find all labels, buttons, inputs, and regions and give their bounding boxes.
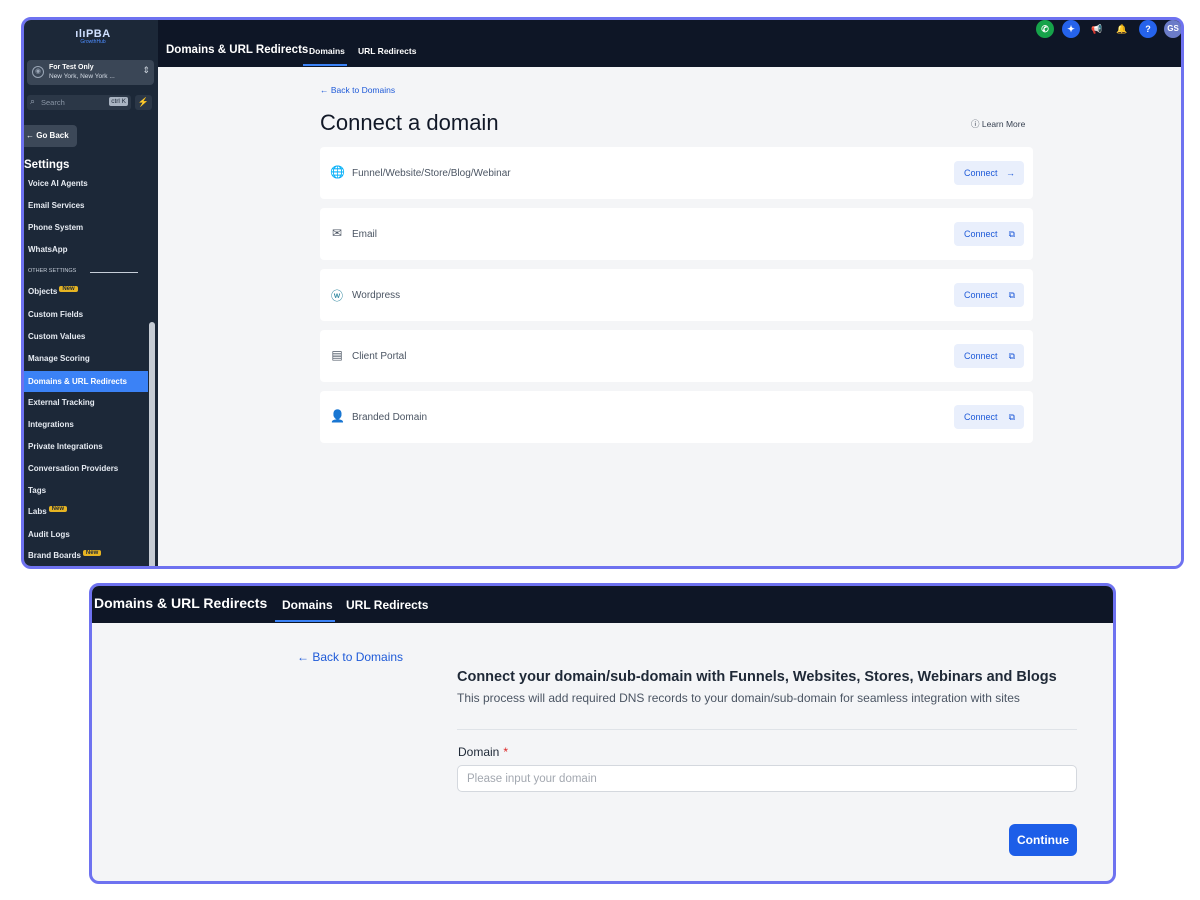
search-icon: ⌕ [30,96,36,106]
bell-icon[interactable]: 🔔 [1113,20,1131,38]
help-circle-icon: ⓘ [971,119,982,129]
sidebar-item-labs[interactable]: Labs New [28,506,68,516]
quick-action-button[interactable]: ⚡ [135,95,152,110]
go-back-button[interactable]: ← Go Back [24,125,77,147]
tab-url-redirects[interactable]: URL Redirects [358,46,416,56]
sidebar-item-manage-scoring[interactable]: Manage Scoring [28,354,90,363]
account-location: New York, New York ... [49,73,115,80]
account-name: For Test Only [49,64,94,71]
connect-domain-title: Connect a domain [320,110,499,135]
domain-option-email: ✉ Email Connect ⧉ [320,208,1033,260]
sidebar-item-brand-boards[interactable]: Brand Boards New [28,550,102,560]
sparkle-icon[interactable]: ✦ [1062,20,1080,38]
active-tab-indicator [303,64,347,66]
new-badge: New [48,506,68,512]
connect-button[interactable]: Connect → [954,161,1024,185]
top-bar: Domains & URL Redirects Domains URL Redi… [158,20,1181,67]
connect-button[interactable]: Connect ⧉ [954,283,1024,307]
settings-heading: Settings [24,159,70,171]
sidebar-item-integrations[interactable]: Integrations [28,420,74,429]
main-content: ← Back to Domains Connect a domain ⓘ Lea… [158,67,1181,566]
phone-icon[interactable]: ✆ [1036,20,1054,38]
tab-domains[interactable]: Domains [309,46,345,56]
sidebar-item-whatsapp[interactable]: WhatsApp [28,245,68,254]
page-title: Domains & URL Redirects [166,44,309,56]
page-title: Domains & URL Redirects [94,595,268,611]
domain-field-label: Domain * [458,745,509,759]
connect-button[interactable]: Connect ⧉ [954,405,1024,429]
domain-option-wordpress: ⓦ Wordpress Connect ⧉ [320,269,1033,321]
active-tab-indicator [275,620,335,622]
sidebar-search[interactable]: ⌕ Search ctrl K [27,95,131,110]
megaphone-icon[interactable]: 📢 [1088,20,1106,38]
arrow-left-icon: ← [297,650,313,664]
sidebar-item-objects[interactable]: Objects New [28,286,78,296]
sidebar-item-audit-logs[interactable]: Audit Logs [28,530,70,539]
learn-more-link[interactable]: ⓘ Learn More [971,118,1025,130]
external-link-icon: ⧉ [1008,229,1015,239]
top-bar: Domains & URL Redirects Domains URL Redi… [92,586,1113,623]
domain-input[interactable] [457,765,1077,792]
account-switcher[interactable]: ◉ For Test Only New York, New York ... ⇕ [27,60,154,85]
avatar[interactable]: GS [1164,20,1181,38]
external-link-icon: ⧉ [1008,290,1015,300]
connect-form-screenshot-panel: Domains & URL Redirects Domains URL Redi… [89,583,1116,884]
connect-button[interactable]: Connect ⧉ [954,344,1024,368]
tab-domains[interactable]: Domains [282,598,333,612]
sidebar-item-conversation-providers[interactable]: Conversation Providers [28,464,118,473]
external-link-icon: ⧉ [1008,412,1015,422]
sidebar-item-custom-fields[interactable]: Custom Fields [28,310,83,319]
new-badge: New [59,286,78,292]
connect-button[interactable]: Connect ⧉ [954,222,1024,246]
user-list-icon: 👤 [330,409,345,423]
sidebar: ılıPBA GrowthHub ◉ For Test Only New Yor… [24,20,158,566]
back-to-domains-link[interactable]: ← Back to Domains [297,650,403,664]
form-heading: Connect your domain/sub-domain with Funn… [457,669,1057,685]
sidebar-item-voice-ai-agents[interactable]: Voice AI Agents [28,179,88,188]
divider [457,729,1077,730]
logo: ılıPBA GrowthHub [75,28,111,45]
portal-icon: ▤ [331,348,343,362]
external-link-icon: ⧉ [1008,351,1015,361]
settings-screenshot-panel: ılıPBA GrowthHub ◉ For Test Only New Yor… [21,17,1184,569]
domain-option-client-portal: ▤ Client Portal Connect ⧉ [320,330,1033,382]
bolt-icon: ⚡ [137,97,150,107]
help-icon[interactable]: ? [1139,20,1157,38]
tab-url-redirects[interactable]: URL Redirects [346,598,428,612]
search-shortcut: ctrl K [109,97,128,106]
continue-button[interactable]: Continue [1009,824,1077,856]
chevron-updown-icon: ⇕ [142,65,150,75]
back-to-domains-link[interactable]: ← Back to Domains [320,85,395,95]
globe-icon: 🌐 [330,165,345,179]
sidebar-item-custom-values[interactable]: Custom Values [28,332,85,341]
divider [90,272,138,273]
domain-option-funnel: 🌐 Funnel/Website/Store/Blog/Webinar Conn… [320,147,1033,199]
arrow-right-icon: → [1006,168,1015,178]
sidebar-scrollbar[interactable] [149,322,155,566]
required-indicator: * [503,745,509,759]
search-placeholder: Search [41,98,65,107]
sidebar-item-tags[interactable]: Tags [28,486,46,495]
sidebar-item-domains-url-redirects[interactable]: Domains & URL Redirects [24,371,148,392]
envelope-icon: ✉ [331,226,343,240]
sidebar-item-phone-system[interactable]: Phone System [28,223,83,232]
form-subheading: This process will add required DNS recor… [457,691,1020,705]
sidebar-item-private-integrations[interactable]: Private Integrations [28,442,103,451]
sidebar-item-email-services[interactable]: Email Services [28,201,84,210]
location-icon: ◉ [32,66,44,78]
domain-option-branded-domain: 👤 Branded Domain Connect ⧉ [320,391,1033,443]
sidebar-item-external-tracking[interactable]: External Tracking [28,398,95,407]
new-badge: New [82,550,102,556]
wordpress-icon: ⓦ [330,289,343,303]
other-settings-label: OTHER SETTINGS [28,268,77,274]
